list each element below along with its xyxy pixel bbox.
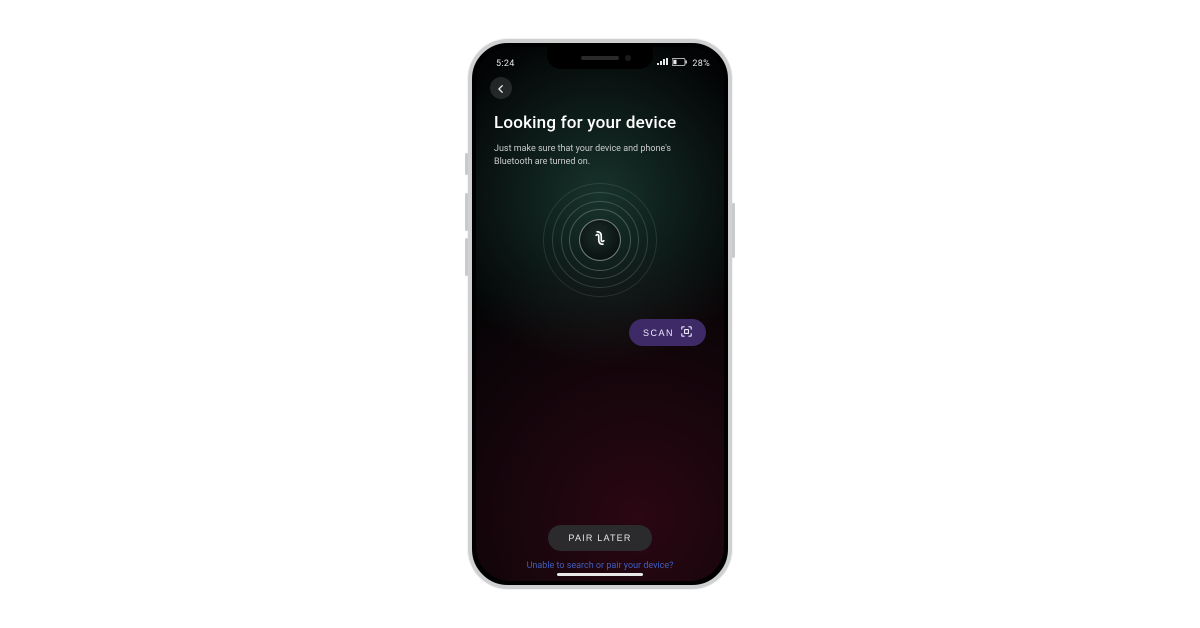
scan-button[interactable]: SCAN xyxy=(629,319,706,346)
phone-frame: 5:24 28% Looking for your device xyxy=(468,39,732,589)
scanning-animation xyxy=(543,183,657,297)
content: Looking for your device Just make sure t… xyxy=(476,99,724,581)
pair-later-button[interactable]: PAIR LATER xyxy=(548,525,651,551)
scan-button-label: SCAN xyxy=(643,328,674,338)
status-battery-percent: 28% xyxy=(692,59,710,69)
battery-icon xyxy=(672,58,688,69)
speaker-grille xyxy=(581,56,619,60)
qr-scan-icon xyxy=(681,326,692,339)
help-link[interactable]: Unable to search or pair your device? xyxy=(527,561,674,571)
front-camera xyxy=(625,55,631,61)
back-button[interactable] xyxy=(490,77,512,99)
arrow-left-icon xyxy=(496,79,506,98)
brand-logo-icon xyxy=(590,228,610,252)
page-subtitle: Just make sure that your device and phon… xyxy=(494,143,704,169)
volume-up-button xyxy=(465,193,468,231)
page-title: Looking for your device xyxy=(494,113,706,133)
volume-down-button xyxy=(465,238,468,276)
power-button xyxy=(732,203,735,258)
side-button xyxy=(465,153,468,175)
home-indicator[interactable] xyxy=(557,573,643,576)
status-time: 5:24 xyxy=(496,59,515,69)
signal-icon xyxy=(657,58,668,69)
device-logo xyxy=(579,219,621,261)
screen: 5:24 28% Looking for your device xyxy=(476,47,724,581)
notch xyxy=(547,47,653,69)
canvas: 5:24 28% Looking for your device xyxy=(0,0,1200,628)
